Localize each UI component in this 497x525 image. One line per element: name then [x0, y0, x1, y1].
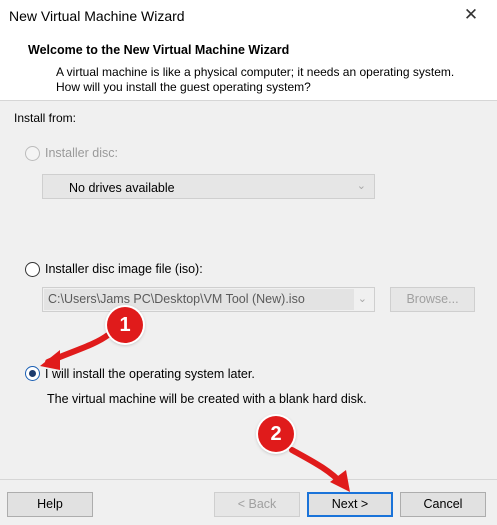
- close-icon[interactable]: ✕: [463, 6, 479, 24]
- installer-disc-label: Installer disc:: [45, 146, 118, 160]
- iso-label: Installer disc image file (iso):: [45, 262, 203, 276]
- installer-disc-radio[interactable]: [25, 146, 40, 161]
- footer-divider: [0, 479, 497, 480]
- annotation-badge-2: 2: [258, 416, 294, 452]
- title-bar: New Virtual Machine Wizard ✕: [0, 0, 497, 33]
- iso-radio[interactable]: [25, 262, 40, 277]
- install-later-note: The virtual machine will be created with…: [47, 392, 367, 406]
- iso-path-combobox[interactable]: C:\Users\Jams PC\Desktop\VM Tool (New).i…: [42, 287, 375, 312]
- install-later-radio[interactable]: [25, 366, 40, 381]
- wizard-heading: Welcome to the New Virtual Machine Wizar…: [28, 43, 290, 57]
- chevron-down-icon: ⌄: [356, 180, 366, 192]
- chevron-down-icon[interactable]: ⌄: [358, 292, 367, 305]
- annotation-badge-1: 1: [107, 307, 143, 343]
- install-from-label: Install from:: [14, 111, 77, 125]
- annotation-arrowhead-2: [330, 470, 350, 492]
- help-button[interactable]: Help: [7, 492, 93, 517]
- window-title: New Virtual Machine Wizard: [9, 8, 185, 24]
- annotation-arrow-1: [45, 332, 111, 365]
- wizard-header: Welcome to the New Virtual Machine Wizar…: [0, 33, 497, 101]
- cancel-button[interactable]: Cancel: [400, 492, 486, 517]
- iso-path-value: C:\Users\Jams PC\Desktop\VM Tool (New).i…: [48, 292, 305, 306]
- next-button[interactable]: Next >: [307, 492, 393, 517]
- installer-disc-select[interactable]: No drives available ⌄: [42, 174, 375, 199]
- install-later-label: I will install the operating system late…: [45, 367, 255, 381]
- wizard-description: A virtual machine is like a physical com…: [56, 65, 455, 94]
- browse-button[interactable]: Browse...: [390, 287, 475, 312]
- back-button[interactable]: < Back: [214, 492, 300, 517]
- installer-disc-value: No drives available: [69, 181, 175, 195]
